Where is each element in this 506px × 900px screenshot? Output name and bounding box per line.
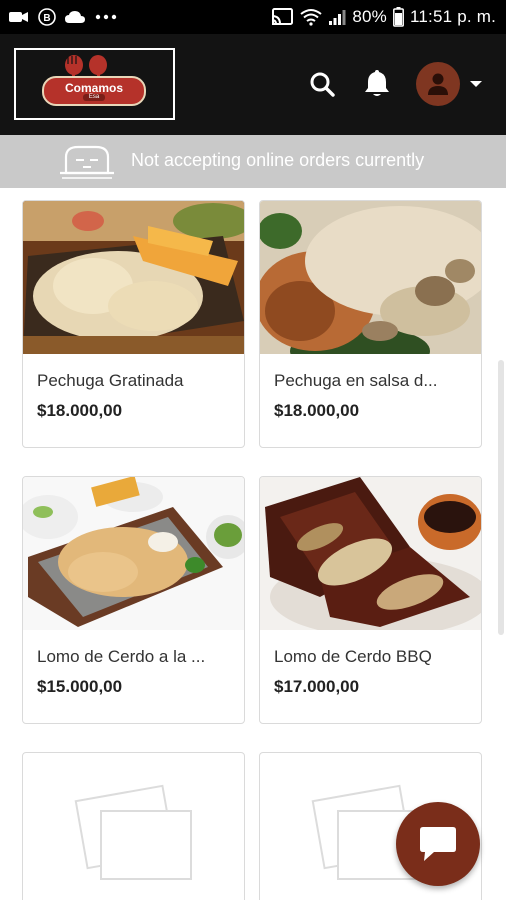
caret-down-icon	[470, 81, 482, 87]
product-name: Pechuga Gratinada	[37, 371, 184, 390]
app-header: Comamos Esa	[0, 34, 506, 135]
product-name: Pechuga en salsa d...	[274, 371, 438, 390]
banner-message: Not accepting online orders currently	[131, 150, 425, 170]
camera-icon	[8, 9, 30, 25]
signal-icon	[328, 8, 346, 26]
search-button[interactable]	[306, 68, 338, 100]
product-card[interactable]: Lomo de Cerdo a la ... $15.000,00	[22, 476, 245, 724]
product-card[interactable]: Pechuga en salsa d... $18.000,00	[259, 200, 482, 448]
chat-icon	[420, 827, 456, 861]
product-price: $17.000,00	[274, 677, 360, 696]
bell-icon	[365, 70, 389, 96]
logo-text: Comamos	[64, 80, 123, 95]
product-image	[23, 477, 244, 630]
battery-icon	[393, 7, 404, 27]
product-image	[23, 201, 244, 354]
chat-button[interactable]	[396, 802, 480, 886]
product-price: $15.000,00	[37, 677, 123, 696]
product-price: $18.000,00	[274, 401, 360, 420]
product-card[interactable]: Pechuga Gratinada $18.000,00	[22, 200, 245, 448]
notifications-button[interactable]	[360, 66, 394, 100]
cast-icon	[270, 7, 294, 27]
image-placeholder-icon	[74, 784, 192, 880]
account-menu-button[interactable]	[416, 62, 484, 106]
more-icon	[94, 13, 118, 21]
logo-subtext: Esa	[82, 93, 106, 101]
product-card-placeholder	[22, 752, 245, 900]
avatar	[416, 62, 460, 106]
wifi-icon	[300, 8, 322, 26]
closed-store-icon	[60, 145, 114, 179]
product-image	[260, 201, 481, 354]
status-bar-left: B	[8, 8, 118, 26]
product-name: Lomo de Cerdo a la ...	[37, 647, 206, 666]
user-icon	[428, 73, 448, 95]
cloud-icon	[64, 9, 86, 25]
svg-text:B: B	[43, 13, 50, 24]
store-status-banner: Not accepting online orders currently	[0, 135, 506, 188]
product-name: Lomo de Cerdo BBQ	[274, 647, 432, 666]
product-card[interactable]: Lomo de Cerdo BBQ $17.000,00	[259, 476, 482, 724]
clock: 11:51 p. m.	[410, 7, 496, 26]
status-bar: B 80% 11:51 p. m.	[0, 0, 506, 34]
b-app-icon: B	[38, 8, 56, 26]
search-icon	[310, 72, 335, 97]
battery-percent: 80%	[352, 7, 387, 26]
status-bar-right: 80% 11:51 p. m.	[270, 7, 496, 27]
scrollbar[interactable]	[498, 360, 504, 635]
logo-badge: Comamos Esa	[42, 76, 146, 106]
product-image	[260, 477, 481, 630]
brand-logo[interactable]: Comamos Esa	[14, 48, 175, 120]
product-price: $18.000,00	[37, 401, 123, 420]
